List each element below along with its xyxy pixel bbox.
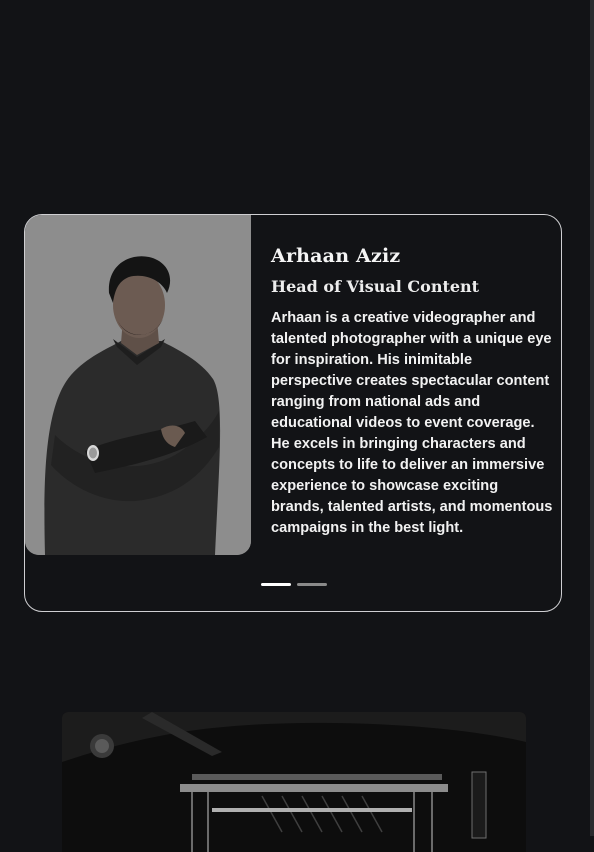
- carousel-dot-1[interactable]: [261, 583, 291, 586]
- profile-photo: [25, 215, 251, 555]
- carousel-dot-2[interactable]: [297, 583, 327, 586]
- member-bio: Arhaan is a creative videographer and ta…: [271, 310, 553, 536]
- profile-text: Arhaan Aziz Head of Visual Content Arhaa…: [271, 245, 553, 539]
- team-member-card: Arhaan Aziz Head of Visual Content Arhaa…: [24, 214, 562, 612]
- member-name: Arhaan Aziz: [271, 245, 401, 267]
- venue-photo: [62, 712, 526, 852]
- page-scrollbar[interactable]: [590, 0, 594, 836]
- member-role: Head of Visual Content: [271, 277, 480, 296]
- person-portrait-image: [25, 215, 251, 555]
- carousel-pagination: [261, 583, 327, 586]
- stage-truss-image: [62, 712, 526, 852]
